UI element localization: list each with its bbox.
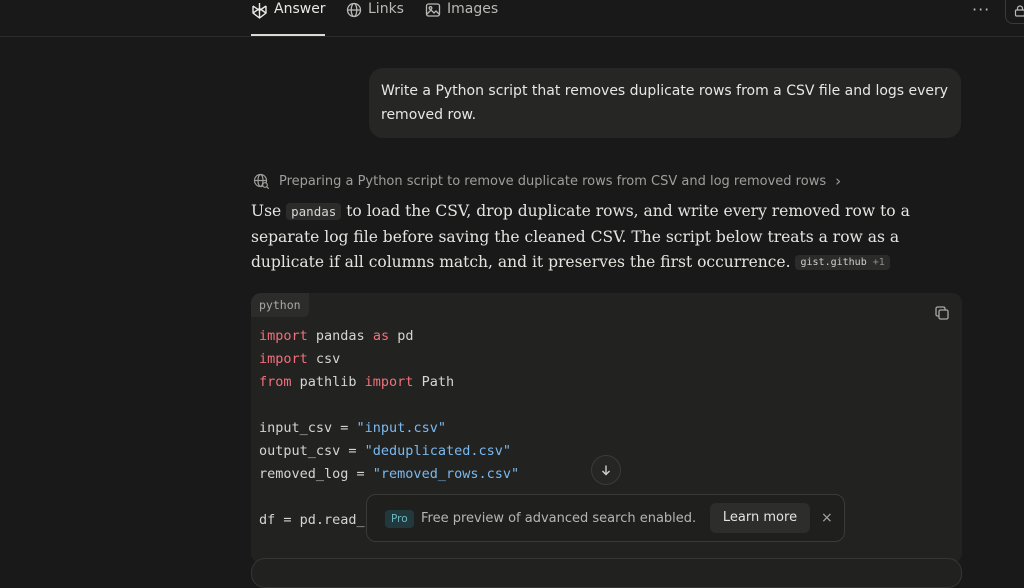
citation-source: gist.github: [800, 257, 866, 268]
code-line: input_csv = "input.csv": [259, 417, 519, 440]
user-query-bubble: Write a Python script that removes dupli…: [369, 68, 961, 138]
tab-links-label: Links: [368, 1, 404, 17]
code-keyword: import: [259, 328, 308, 344]
tab-images-label: Images: [447, 1, 498, 17]
perplexity-logo-icon: [251, 2, 268, 19]
learn-more-button[interactable]: Learn more: [710, 503, 810, 533]
citation-more-count: +1: [873, 257, 885, 268]
scroll-down-button[interactable]: [591, 455, 621, 485]
code-string: "input.csv": [357, 420, 446, 436]
code-token: df = pd.read_: [259, 512, 365, 528]
code-language-label: python: [251, 293, 309, 317]
tab-images[interactable]: Images: [425, 0, 498, 37]
reasoning-step-label: Preparing a Python script to remove dupl…: [279, 174, 826, 189]
code-line: removed_log = "removed_rows.csv": [259, 463, 519, 486]
chevron-right-icon: ›: [835, 172, 841, 190]
answer-text: Use pandas to load the CSV, drop duplica…: [251, 199, 966, 276]
tab-links[interactable]: Links: [346, 0, 404, 37]
code-string: "removed_rows.csv": [373, 466, 519, 482]
code-token: pathlib: [292, 374, 365, 390]
image-icon: [425, 2, 441, 18]
code-line: output_csv = "deduplicated.csv": [259, 440, 519, 463]
citation-badge[interactable]: gist.github +1: [795, 255, 889, 270]
follow-up-input[interactable]: [251, 558, 962, 588]
top-bar: Answer Links Images ···: [0, 0, 1024, 37]
code-token: Path: [413, 374, 454, 390]
code-token: csv: [308, 351, 341, 367]
pro-preview-toast: Pro Free preview of advanced search enab…: [366, 494, 845, 542]
tab-answer[interactable]: Answer: [251, 0, 326, 37]
code-line: import pandas as pd: [259, 325, 519, 348]
code-token: output_csv =: [259, 443, 365, 459]
code-keyword: import: [365, 374, 414, 390]
code-keyword: from: [259, 374, 292, 390]
inline-code: pandas: [286, 203, 341, 220]
globe-search-icon: [253, 173, 270, 190]
share-button[interactable]: [1005, 0, 1024, 24]
code-line: from pathlib import Path: [259, 371, 519, 394]
arrow-down-icon: [600, 464, 612, 476]
active-tab-indicator: [251, 34, 325, 36]
code-token: input_csv =: [259, 420, 357, 436]
code-line: import csv: [259, 348, 519, 371]
reasoning-step[interactable]: Preparing a Python script to remove dupl…: [253, 170, 841, 192]
globe-icon: [346, 2, 362, 18]
more-options-button[interactable]: ···: [972, 0, 990, 18]
code-keyword: import: [259, 351, 308, 367]
lock-icon: [1014, 5, 1024, 17]
code-line: [259, 394, 519, 417]
code-token: removed_log =: [259, 466, 373, 482]
copy-icon[interactable]: [934, 305, 950, 321]
tab-answer-label: Answer: [274, 1, 326, 17]
code-token: pd: [389, 328, 413, 344]
code-string: "deduplicated.csv": [365, 443, 511, 459]
toast-message: Free preview of advanced search enabled.: [421, 509, 696, 529]
code-keyword: as: [373, 328, 389, 344]
answer-text-part: Use: [251, 202, 286, 220]
code-token: pandas: [308, 328, 373, 344]
pro-badge: Pro: [385, 510, 414, 528]
close-icon[interactable]: ×: [821, 509, 835, 527]
